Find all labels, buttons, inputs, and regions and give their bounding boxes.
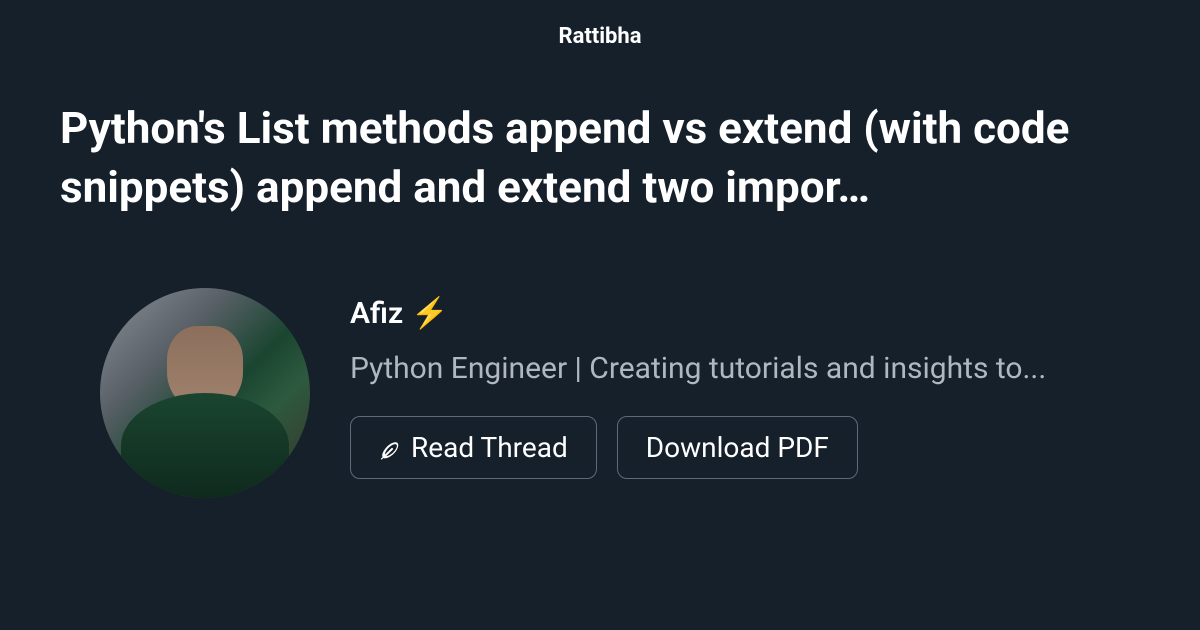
feather-icon [379,436,401,458]
site-name: Rattibha [0,0,1200,49]
button-row: Read Thread Download PDF [350,416,1140,479]
read-thread-button[interactable]: Read Thread [350,416,597,479]
download-pdf-button[interactable]: Download PDF [617,416,858,479]
author-name-text: Afiz [350,296,403,331]
author-name: Afiz ⚡ [350,296,1140,331]
lightning-icon: ⚡ [411,296,448,331]
read-thread-label: Read Thread [411,431,568,464]
author-bio: Python Engineer | Creating tutorials and… [350,349,1140,388]
author-avatar [100,288,310,498]
author-section: Afiz ⚡ Python Engineer | Creating tutori… [0,218,1200,498]
author-info: Afiz ⚡ Python Engineer | Creating tutori… [350,288,1140,479]
thread-title: Python's List methods append vs extend (… [0,49,1200,218]
download-pdf-label: Download PDF [646,431,829,464]
